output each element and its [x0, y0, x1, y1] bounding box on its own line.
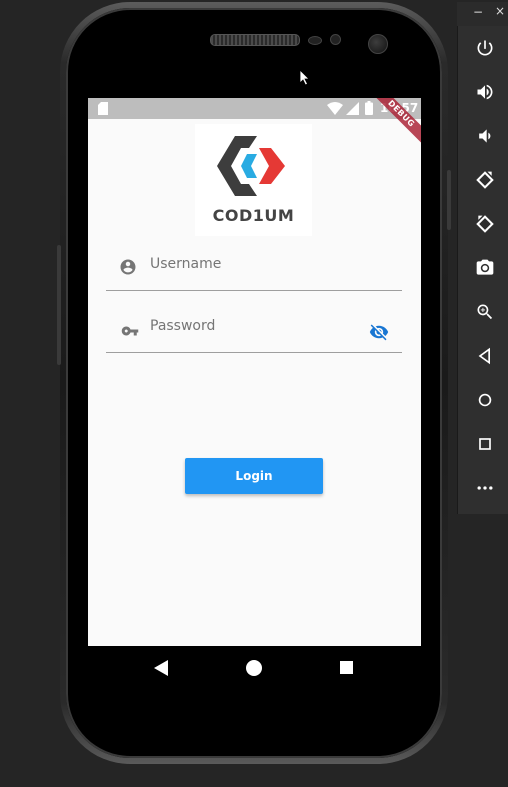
volume-down-icon: [479, 129, 491, 143]
key-icon: [121, 326, 139, 336]
battery-icon: [365, 101, 373, 115]
phone-side-button: [447, 170, 451, 230]
rotate-left-button[interactable]: [458, 158, 508, 202]
password-input[interactable]: [150, 316, 350, 336]
status-bar: 10:57: [88, 98, 421, 119]
username-field[interactable]: [106, 246, 402, 291]
app-screen: 10:57 DEBUG COD1UM Log: [88, 98, 421, 646]
account-circle-icon: [120, 259, 136, 275]
home-icon: [478, 393, 492, 407]
signal-icon: [346, 102, 359, 115]
wifi-icon: [327, 102, 343, 115]
login-button[interactable]: Login: [185, 458, 323, 494]
front-camera: [368, 34, 388, 54]
recents-icon[interactable]: [340, 661, 353, 674]
visibility-off-icon[interactable]: [368, 322, 390, 342]
overview-icon: [479, 438, 491, 450]
password-field[interactable]: [106, 308, 402, 353]
power-button[interactable]: [458, 26, 508, 70]
phone-sensor: [308, 36, 322, 45]
phone-side-button: [57, 245, 61, 365]
back-icon: [478, 347, 490, 365]
rotate-left-icon: [476, 171, 494, 189]
phone-sensor: [330, 34, 341, 45]
rotate-right-icon: [476, 215, 494, 233]
android-nav-bar: [88, 646, 421, 688]
rotate-right-button[interactable]: [458, 202, 508, 246]
power-icon: [477, 40, 493, 56]
emu-back-button[interactable]: [458, 334, 508, 378]
zoom-button[interactable]: [458, 290, 508, 334]
logo-wordmark: COD1UM: [212, 206, 295, 225]
sd-card-icon: [98, 102, 108, 115]
emulator-toolbar: [457, 26, 508, 514]
emu-more-button[interactable]: [458, 466, 508, 510]
more-icon: [477, 486, 493, 490]
emulator-window: 10:57 DEBUG COD1UM Log: [0, 0, 508, 787]
close-button[interactable]: ×: [495, 4, 505, 18]
volume-up-button[interactable]: [458, 70, 508, 114]
username-input[interactable]: [150, 254, 350, 274]
screenshot-button[interactable]: [458, 246, 508, 290]
phone-speaker: [210, 34, 300, 46]
emu-overview-button[interactable]: [458, 422, 508, 466]
screenshot-icon: [476, 259, 494, 275]
volume-up-icon: [477, 84, 493, 100]
back-icon[interactable]: [154, 660, 168, 676]
zoom-icon: [477, 304, 493, 320]
minimize-button[interactable]: −: [473, 5, 483, 19]
volume-down-button[interactable]: [458, 114, 508, 158]
emu-home-button[interactable]: [458, 378, 508, 422]
app-logo: COD1UM: [195, 124, 312, 236]
mouse-cursor-icon: [300, 70, 310, 86]
codium-logo-icon: [217, 136, 285, 196]
home-icon[interactable]: [246, 660, 262, 676]
